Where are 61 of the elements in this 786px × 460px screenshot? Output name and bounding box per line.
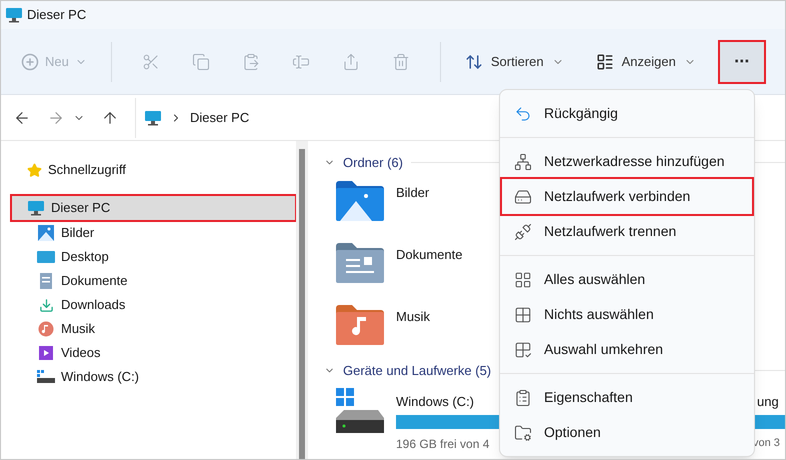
sidebar-item[interactable]: Desktop bbox=[1, 245, 296, 269]
drive-icon bbox=[37, 370, 55, 384]
menu-item[interactable]: Alles auswählen bbox=[502, 262, 752, 297]
folder-icon bbox=[336, 242, 384, 282]
sidebar-item[interactable]: Schnellzugriff bbox=[11, 157, 296, 183]
sidebar-item[interactable]: Musik bbox=[1, 317, 296, 341]
sidebar-item[interactable]: Dokumente bbox=[1, 269, 296, 293]
cut-icon bbox=[142, 52, 160, 70]
menu-item[interactable]: Netzlaufwerk trennen bbox=[502, 214, 752, 249]
sidebar-item[interactable]: Bilder bbox=[1, 221, 296, 245]
scrollbar[interactable] bbox=[296, 141, 308, 459]
monitor-icon bbox=[144, 110, 162, 126]
invert-selection-icon bbox=[514, 340, 532, 358]
list-icon bbox=[596, 52, 614, 70]
disconnect-icon bbox=[514, 222, 532, 240]
window-title: Dieser PC bbox=[27, 6, 86, 24]
section-heading: Geräte und Laufwerke (5) bbox=[343, 362, 492, 380]
star-icon bbox=[27, 162, 42, 178]
network-icon bbox=[514, 152, 532, 170]
menu-item[interactable]: Nichts auswählen bbox=[502, 297, 752, 332]
folder-tile[interactable]: Bilder bbox=[324, 172, 484, 234]
select-all-icon bbox=[514, 270, 532, 288]
add-icon bbox=[21, 52, 39, 70]
menu-item[interactable]: Netzlaufwerk verbinden bbox=[502, 179, 752, 214]
sidebar-item[interactable]: Dieser PC bbox=[11, 195, 296, 221]
rename-icon bbox=[292, 52, 310, 70]
options-icon bbox=[514, 424, 532, 442]
sort-icon bbox=[464, 52, 483, 70]
section-heading: Ordner (6) bbox=[343, 154, 403, 172]
paste-icon bbox=[242, 52, 260, 70]
menu-item[interactable]: Netzwerkadresse hinzufügen bbox=[502, 144, 752, 179]
computer-icon bbox=[5, 7, 23, 23]
sidebar-item[interactable]: Videos bbox=[1, 341, 296, 365]
menu-item[interactable]: Rückgängig bbox=[502, 96, 752, 131]
drive-icon bbox=[336, 388, 384, 434]
sort-button[interactable]: Sortieren bbox=[456, 46, 572, 78]
menu-item[interactable]: Optionen bbox=[502, 415, 752, 450]
desktop-icon bbox=[37, 250, 55, 264]
copy-icon bbox=[192, 52, 210, 70]
delete-icon bbox=[392, 52, 410, 70]
folder-icon bbox=[336, 180, 384, 220]
folder-icon bbox=[336, 304, 384, 344]
folder-tile[interactable]: Musik bbox=[324, 296, 484, 358]
properties-icon bbox=[514, 388, 532, 406]
image-icon bbox=[38, 225, 54, 241]
sidebar-item[interactable]: Downloads bbox=[1, 293, 296, 317]
menu-item[interactable]: Eigenschaften bbox=[502, 380, 752, 415]
undo-icon bbox=[514, 104, 532, 122]
video-icon bbox=[38, 345, 54, 361]
monitor-icon bbox=[27, 200, 45, 216]
sidebar-item[interactable]: Windows (C:) bbox=[1, 365, 296, 389]
more-button[interactable]: ··· bbox=[720, 42, 764, 82]
download-icon bbox=[38, 298, 54, 312]
music-icon bbox=[38, 321, 54, 337]
view-button[interactable]: Anzeigen bbox=[588, 46, 704, 78]
select-none-icon bbox=[514, 306, 532, 324]
network-drive-icon bbox=[514, 188, 532, 206]
document-icon bbox=[39, 273, 53, 289]
share-icon bbox=[342, 52, 360, 70]
folder-tile[interactable]: Dokumente bbox=[324, 234, 484, 296]
menu-item[interactable]: Auswahl umkehren bbox=[502, 332, 752, 367]
